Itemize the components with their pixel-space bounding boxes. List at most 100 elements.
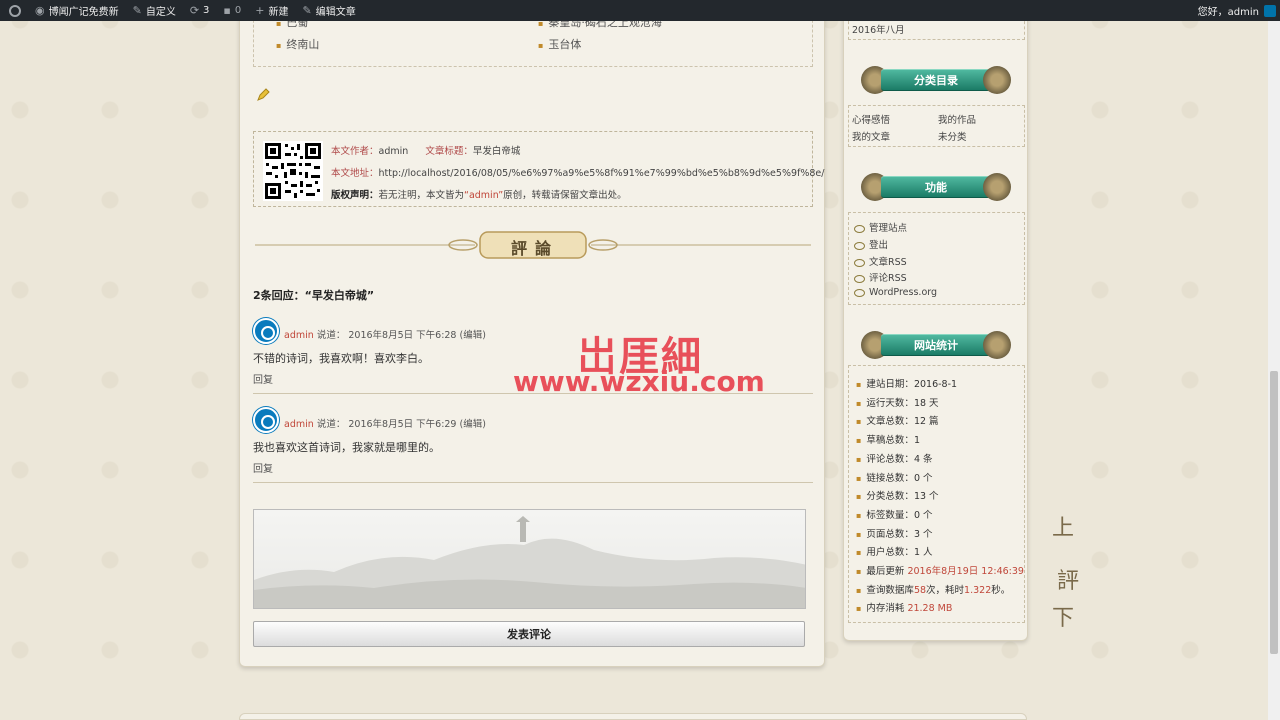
memory-value: 21.28 MB (907, 603, 953, 615)
brush-icon: ✎ (132, 4, 142, 17)
page-scrollbar[interactable] (1268, 21, 1280, 720)
main-content: 巴蜀 秦皇岛·碣石之上观沧海 终南山 玉台体 (239, 0, 825, 667)
comment-date[interactable]: 2016年8月5日 下午6:28 (348, 330, 456, 341)
stat-label: 运行天数： (866, 397, 914, 409)
stat-last-update: 最后更新 2016年8月19日 12:46:39 (856, 563, 1024, 577)
comment-meta: admin 说道： 2016年8月5日 下午6:29 (编辑) (284, 416, 486, 430)
comment-author[interactable]: admin (284, 330, 314, 341)
title-value: 早发白帝城 (472, 146, 521, 157)
query-count: 58 (913, 584, 927, 596)
stat-value: 2016-8-1 (913, 379, 958, 390)
my-account-menu[interactable]: 您好，admin (1191, 0, 1280, 21)
stat-item: 分类总数：13 个 (856, 488, 939, 503)
category-link-zhongnanshan[interactable]: 终南山 (276, 36, 319, 52)
query-text: 秒。 (991, 584, 1011, 596)
stat-item: 页面总数：3 个 (856, 526, 932, 540)
function-title-text: 功能 (881, 176, 991, 198)
comments-menu[interactable]: ▪ 0 (216, 0, 248, 21)
stat-item: 草稿总数：1 (856, 432, 920, 446)
comment-bubble-icon: ▪ (223, 4, 231, 17)
wordpress-icon (9, 4, 21, 17)
query-time: 1.322 (964, 584, 992, 596)
stat-label: 链接总数： (866, 472, 914, 484)
customize-menu[interactable]: ✎ 自定义 (126, 0, 183, 21)
title-label: 文章标题： (425, 146, 473, 157)
stats-list: 建站日期：2016-8-1 运行天数：18 天文章总数：12 篇草稿总数：1 评论总… (848, 365, 1025, 623)
greeting: 您好，admin (1197, 7, 1259, 18)
stat-item: 文章总数：12 篇 (856, 413, 938, 427)
archive-link[interactable]: 2016年八月 (852, 22, 905, 36)
scroll-to-top-button[interactable]: 上 (1052, 510, 1074, 542)
stat-value: 13 个 (913, 491, 939, 503)
edit-post-label: 编辑文章 (315, 7, 356, 18)
author-value: admin (378, 146, 409, 157)
stat-label: 评论总数： (866, 453, 914, 465)
dashboard-icon: ◉ (35, 4, 45, 17)
scrollbar-thumb[interactable] (1270, 371, 1278, 654)
function-link-wordpress[interactable]: WordPress.org (854, 287, 937, 298)
comment-edit-link[interactable]: (编辑) (460, 330, 486, 341)
url-label: 本文地址： (331, 168, 379, 179)
comment-textarea[interactable] (253, 509, 806, 609)
site-name: 博闻广记免费新 (48, 7, 119, 18)
post-info-box: 本文作者：admin 文章标题：早发白帝城 本文地址：http://localh… (253, 131, 824, 207)
stat-item: 用户总数：1 人 (856, 544, 932, 558)
plus-icon: + (255, 4, 265, 17)
updates-count: 3 (203, 5, 210, 16)
function-link-comment-rss[interactable]: 评论RSS (854, 270, 907, 284)
stat-item: 标签数量：0 个 (856, 507, 932, 521)
edit-post-menu[interactable]: ✎ 编辑文章 (295, 0, 362, 21)
function-link-manage[interactable]: 管理站点 (854, 220, 907, 234)
stats-widget-title: 网站统计 (861, 331, 1011, 359)
stat-value: 18 天 (913, 397, 939, 409)
refresh-icon: ⟳ (189, 4, 200, 17)
category-item[interactable]: 未分类 (938, 129, 967, 143)
stat-label: 标签数量： (866, 509, 914, 521)
function-list: 管理站点 登出 文章RSS 评论RSS WordPress.org (848, 212, 1025, 305)
category-item[interactable]: 我的文章 (852, 129, 890, 143)
updates-menu[interactable]: ⟳ 3 (183, 0, 217, 21)
copyright-text-a: 若无注明，本文皆为 (378, 190, 465, 201)
customize-label: 自定义 (145, 7, 176, 18)
comment-author[interactable]: admin (284, 419, 314, 430)
comment-separator (253, 482, 813, 483)
comment-count-heading: 2条回应：“早发白帝城” (253, 289, 375, 302)
stat-value: 1 (913, 435, 920, 447)
submit-comment-button[interactable]: 发表评论 (253, 621, 805, 647)
new-label: 新建 (268, 7, 289, 18)
site-name-menu[interactable]: ◉ 博闻广记免费新 (28, 0, 126, 21)
author-label: 本文作者： (331, 146, 379, 157)
comment-divider-label: 評論 (511, 239, 560, 258)
comments-count: 0 (234, 5, 242, 16)
category-item[interactable]: 心得感悟 (852, 112, 890, 126)
comment-meta: admin 说道： 2016年8月5日 下午6:28 (编辑) (284, 327, 486, 341)
scroll-to-bottom-button[interactable]: 下 (1052, 600, 1074, 632)
commenter-avatar-icon (253, 407, 279, 433)
watermark-url: www.wzxiu.com (513, 365, 765, 398)
admin-bar: ◉ 博闻广记免费新 ✎ 自定义 ⟳ 3 ▪ 0 + 新建 ✎ 编辑文章 您好，a… (0, 0, 1280, 21)
comment-reply-link[interactable]: 回复 (253, 460, 273, 475)
author-title-line: 本文作者：admin 文章标题：早发白帝城 (331, 143, 520, 157)
comment-edit-link[interactable]: (编辑) (460, 419, 486, 430)
stat-label: 草稿总数： (866, 435, 914, 447)
copyright-line: 版权声明：若无注明，本文皆为“admin”原创，转载请保留文章出处。 (331, 187, 627, 201)
category-item[interactable]: 我的作品 (938, 112, 976, 126)
comment-date[interactable]: 2016年8月5日 下午6:29 (348, 419, 456, 430)
copyright-text-b: 原创，转载请保留文章出处。 (503, 190, 627, 201)
comment-said: 说道： (316, 330, 346, 341)
scroll-to-comments-button[interactable]: 評 (1057, 563, 1079, 595)
function-link-logout[interactable]: 登出 (854, 237, 888, 251)
pencil-icon (255, 87, 270, 102)
query-text: 查询数据库 (866, 584, 914, 596)
sidebar: 2016年八月 分类目录 心得感悟 我的作品 我的文章 未分类 功能 管理站点 … (843, 0, 1028, 641)
stat-item: 建站日期：2016-8-1 (856, 376, 957, 390)
comment-reply-link[interactable]: 回复 (253, 371, 273, 386)
wordpress-logo-menu[interactable] (0, 0, 28, 21)
new-content-menu[interactable]: + 新建 (248, 0, 295, 21)
category-link-yutaiti[interactable]: 玉台体 (538, 36, 581, 52)
stats-title-text: 网站统计 (881, 334, 991, 356)
post-url[interactable]: http://localhost/2016/08/05/%e6%97%a9%e5… (379, 168, 825, 179)
stat-item: 评论总数：4 条 (856, 451, 932, 465)
function-link-post-rss[interactable]: 文章RSS (854, 254, 907, 268)
comment-text: 我也喜欢这首诗词，我家就是哪里的。 (253, 441, 440, 454)
